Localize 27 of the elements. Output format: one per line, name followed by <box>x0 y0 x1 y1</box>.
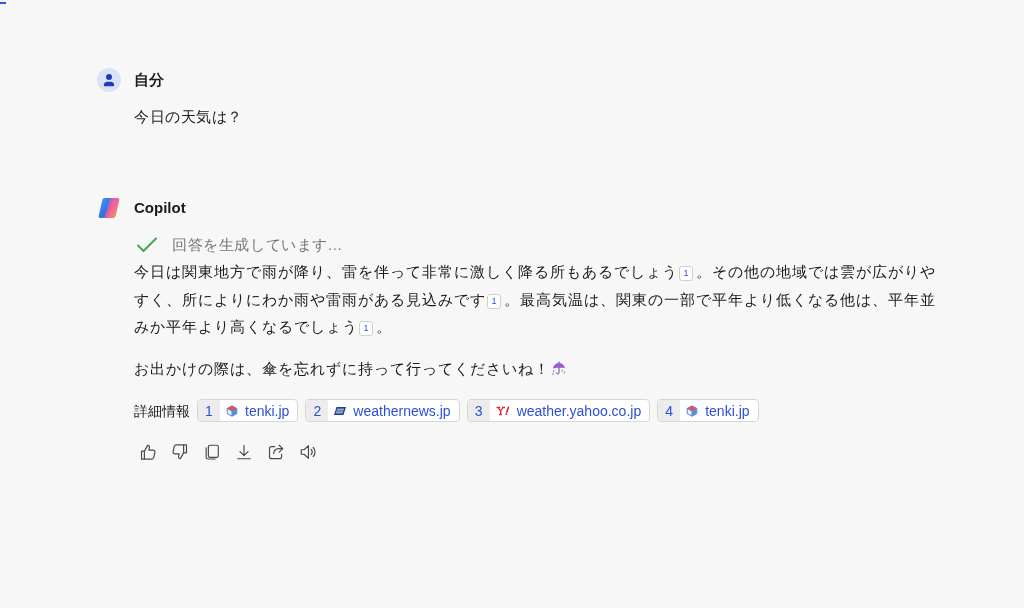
share-icon <box>267 443 285 461</box>
app-logo-icon <box>97 196 121 220</box>
cube-icon <box>686 404 699 417</box>
user-message: 今日の天気は？ <box>134 107 244 127</box>
source-chip[interactable]: 4 tenki.jp <box>657 399 759 422</box>
cube-icon <box>226 404 238 417</box>
user-avatar-icon <box>97 68 121 92</box>
source-chip[interactable]: 2 weathernews.jp <box>305 399 460 422</box>
download-icon <box>235 443 253 461</box>
thumbs-up-icon <box>139 443 157 461</box>
citation-link[interactable]: 1 <box>487 293 501 309</box>
answer-paragraph: 今日は関東地方で雨が降り、雷を伴って非常に激しく降る所もあるでしょう 1 。その他の地域では雲が広がりやすく、所によりにわか雨や雷雨がある見込みです 1 。最高気温は、関東の一部で平年より低くなる他は、平年並みか平年より高くなるでしょう 1 。 <box>134 262 937 338</box>
citation-link[interactable]: 1 <box>359 321 373 336</box>
citation-link[interactable]: 1 <box>679 266 693 281</box>
status-text: 回答を生成しています... <box>172 235 343 255</box>
source-chip[interactable]: 3 weather.yahoo.co.jp <box>466 399 651 422</box>
copy-icon <box>203 443 221 461</box>
source-chip[interactable]: 1 tenki.jp <box>197 399 299 422</box>
sender-name: Copilot <box>134 198 186 218</box>
banner-icon <box>334 404 347 417</box>
sender-name: 自分 <box>134 70 164 90</box>
umbrella-rain-icon <box>551 360 567 376</box>
sources-label: 詳細情報 <box>134 401 190 421</box>
speaker-icon <box>299 443 317 461</box>
logo-icon <box>495 405 510 416</box>
thumbs-down-icon <box>171 443 189 461</box>
answer-paragraph: お出かけの際は、傘を忘れずに持って行ってくださいね！ <box>134 355 940 383</box>
